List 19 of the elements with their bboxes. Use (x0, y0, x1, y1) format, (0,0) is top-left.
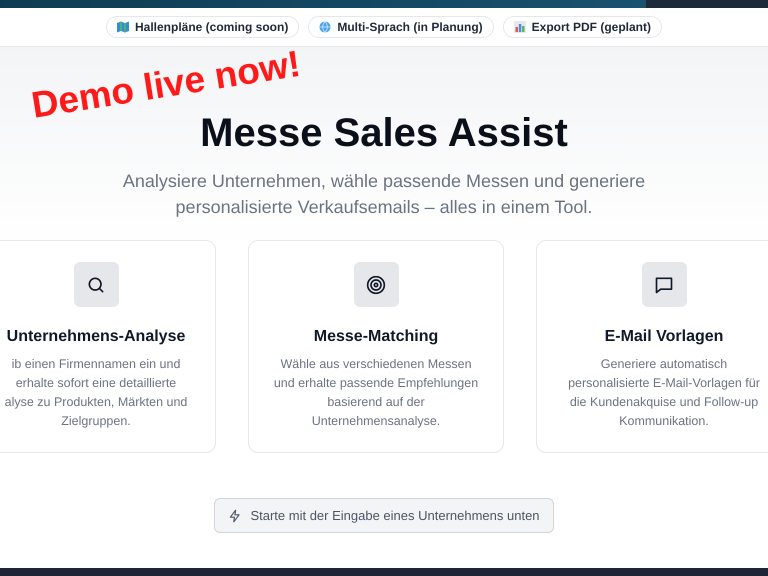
card-description: Generiere automatisch personalisierte E-Mail-Vorlagen für die Kundenakquise und Follow-up Kommunikation. (568, 356, 760, 430)
bar-chart-icon (514, 21, 526, 33)
feature-chip: Hallenpläne (coming soon) (106, 16, 300, 38)
target-icon (366, 274, 386, 294)
chat-icon (654, 274, 674, 294)
card-description: Wähle aus verschiedenen Messen und erhalte passende Empfehlungen basierend auf der Unternehmensanalyse. (274, 356, 478, 430)
page-title: Messe Sales Assist (200, 110, 568, 157)
card-title: Unternehmens-Analyse (6, 327, 186, 347)
card-description: ib einen Firmennamen ein und erhalte sofort eine detaillierte alyse zu Produkten, Märkten und Zielgruppen. (4, 356, 188, 430)
feature-chip: Multi-Sprach (in Planung) (308, 16, 494, 38)
card-title: Messe-Matching (314, 327, 438, 347)
start-hint-button[interactable]: Starte mit der Eingabe eines Unternehmens unten (214, 498, 554, 533)
card-title: E-Mail Vorlagen (604, 327, 724, 347)
search-icon (86, 274, 106, 294)
map-icon (116, 21, 129, 33)
lightning-icon (228, 508, 242, 522)
feature-chip: Export PDF (geplant) (502, 16, 662, 38)
page-subtitle: Analysiere Unternehmen, wähle passende Messen und generiere personalisierte Verkaufsemails – alles in einem Tool. (122, 170, 646, 219)
globe-icon (319, 21, 332, 33)
